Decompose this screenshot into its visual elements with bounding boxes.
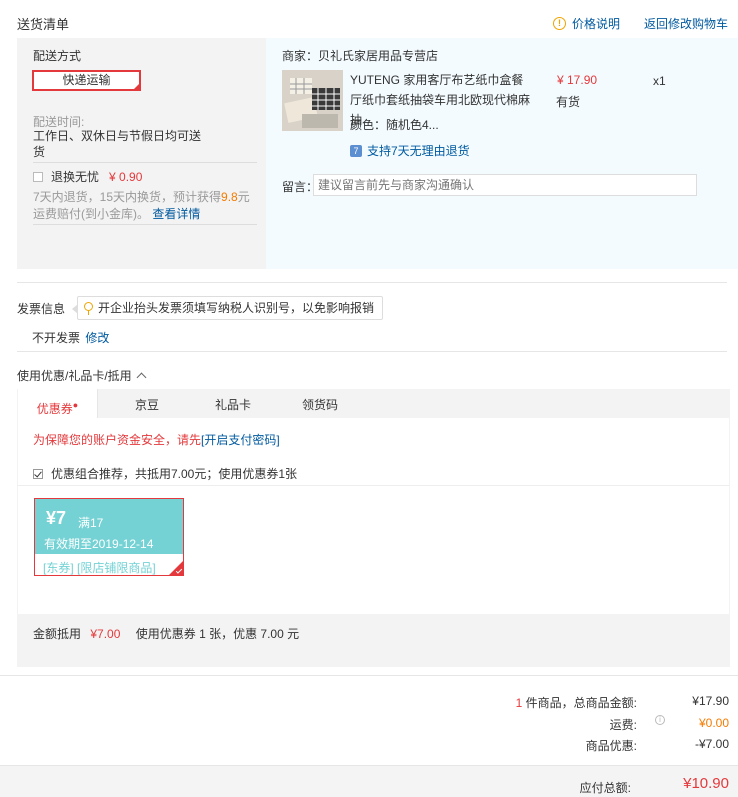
no-return-checkbox[interactable]: [33, 171, 43, 182]
product-quantity: x1: [653, 74, 666, 88]
combo-checkbox[interactable]: [33, 468, 43, 479]
return-policy-text: 支持7天无理由退货: [367, 144, 470, 158]
enable-pay-password-link[interactable]: [开启支付密码]: [201, 433, 280, 447]
discount-amount: -¥7.00: [694, 737, 729, 751]
discount-section-toggle[interactable]: 使用优惠/礼品卡/抵用: [17, 367, 147, 384]
divider: [17, 351, 727, 352]
shipping-fee-amount: ¥0.00: [698, 716, 729, 730]
coupon-validity: 有效期至2019-12-14: [44, 537, 154, 551]
items-label: 件商品，总商品金额:: [522, 696, 637, 710]
tab-redeem-code[interactable]: 领货码: [290, 389, 350, 418]
chevron-up-icon: [136, 372, 147, 383]
summary-label: 金额抵用: [33, 627, 82, 641]
security-warning-text: 为保障您的账户资金安全，请先: [33, 433, 202, 447]
discount-tabs: 优惠券● 京豆 礼品卡 领货码: [17, 389, 730, 418]
divider: [17, 282, 727, 283]
coupon-card[interactable]: ¥7 满17 有效期至2019-12-14 [东券] [限店铺限商品]: [34, 498, 184, 576]
delivery-time-value: 工作日、双休日与节假日均可送货: [33, 129, 202, 159]
shipping-fee-label: 运费:: [609, 718, 637, 732]
tab-coupons-label: 优惠券: [36, 402, 73, 416]
product-image[interactable]: [282, 70, 343, 131]
discount-section-label: 使用优惠/礼品卡/抵用: [17, 369, 132, 383]
no-return-label: 退换无忧: [51, 170, 100, 184]
divider: [0, 675, 738, 676]
return-policy-tag: 7 支持7天无理由退货: [350, 142, 470, 159]
shipping-method-option[interactable]: 快递运输: [32, 70, 141, 91]
merchant-name[interactable]: 商家：贝礼氏家居用品专营店: [282, 47, 438, 64]
tab-gift-card[interactable]: 礼品卡: [203, 389, 263, 418]
invoice-tooltip: 开企业抬头发票须填写纳税人识别号，以免影响报销: [72, 296, 384, 320]
no-return-price: ¥ 0.90: [109, 169, 143, 184]
seven-day-return-icon: 7: [350, 144, 362, 157]
message-input[interactable]: [313, 174, 697, 196]
no-return-desc-1: 7天内退货，15天内换货，预计获得: [33, 190, 222, 204]
summary-text: 使用优惠券 1 张，优惠 7.00 元: [135, 627, 300, 641]
items-total-amount: ¥17.90: [692, 694, 729, 708]
divider: [18, 485, 729, 486]
no-return-desc-highlight: 9.8: [221, 190, 238, 204]
back-to-cart-link[interactable]: 返回修改购物车: [644, 15, 728, 32]
invoice-status: 不开发票: [32, 331, 81, 345]
info-icon: !: [553, 17, 566, 30]
tab-dot-icon: ●: [72, 400, 79, 410]
price-note-label: 价格说明: [572, 17, 621, 31]
lightbulb-icon: [84, 302, 93, 315]
invoice-label: 发票信息: [17, 302, 66, 316]
payable-label: 应付总额:: [579, 781, 631, 795]
security-warning: 为保障您的账户资金安全，请先[开启支付密码]: [33, 431, 280, 448]
selected-corner-icon: [132, 82, 141, 91]
invoice-edit-link[interactable]: 修改: [85, 331, 109, 345]
combo-text: 优惠组合推荐，共抵用7.00元；使用优惠券1张: [51, 467, 298, 481]
no-return-option[interactable]: 退换无忧 ¥ 0.90: [33, 168, 142, 185]
invoice-value: 不开发票 修改: [32, 329, 109, 346]
invoice-tip-text: 开企业抬头发票须填写纳税人识别号，以免影响报销: [98, 301, 375, 315]
items-total-label: 1 件商品，总商品金额:: [516, 694, 637, 711]
price-note-link[interactable]: ! 价格说明: [553, 15, 620, 32]
shipping-method-label: 配送方式: [33, 49, 82, 63]
coupon-amount: ¥7: [46, 508, 67, 528]
discount-label: 商品优惠:: [585, 739, 637, 753]
tissue-box-image: [282, 70, 343, 131]
combo-recommendation[interactable]: 优惠组合推荐，共抵用7.00元；使用优惠券1张: [33, 465, 297, 482]
tab-coupons[interactable]: 优惠券●: [18, 389, 98, 418]
shipping-method-value: 快递运输: [62, 73, 111, 87]
payable-amount: ¥10.90: [683, 775, 729, 792]
product-color: 颜色：随机色4...: [350, 118, 439, 132]
details-link[interactable]: 查看详情: [152, 207, 200, 221]
discount-summary: 金额抵用 ¥7.00 使用优惠券 1 张，优惠 7.00 元: [33, 625, 299, 642]
coupon-header: ¥7 满17 有效期至2019-12-14: [35, 499, 183, 554]
summary-amount: ¥7.00: [90, 627, 121, 641]
delivery-list-title: 送货清单: [17, 17, 70, 32]
tab-jingdou[interactable]: 京豆: [117, 389, 177, 418]
divider: [33, 224, 257, 225]
no-return-description: 7天内退货，15天内换货，预计获得9.8元运费赔付(到小金库)。 查看详情: [33, 189, 258, 223]
product-price: ¥ 17.90: [557, 73, 598, 87]
tooltip-arrow-icon: [72, 304, 78, 314]
coupon-tags: [东券] [限店铺限商品]: [43, 561, 156, 575]
divider: [33, 162, 257, 163]
stock-status: 有货: [556, 95, 581, 109]
info-icon[interactable]: i: [655, 715, 665, 725]
coupon-condition: 满17: [78, 516, 104, 530]
